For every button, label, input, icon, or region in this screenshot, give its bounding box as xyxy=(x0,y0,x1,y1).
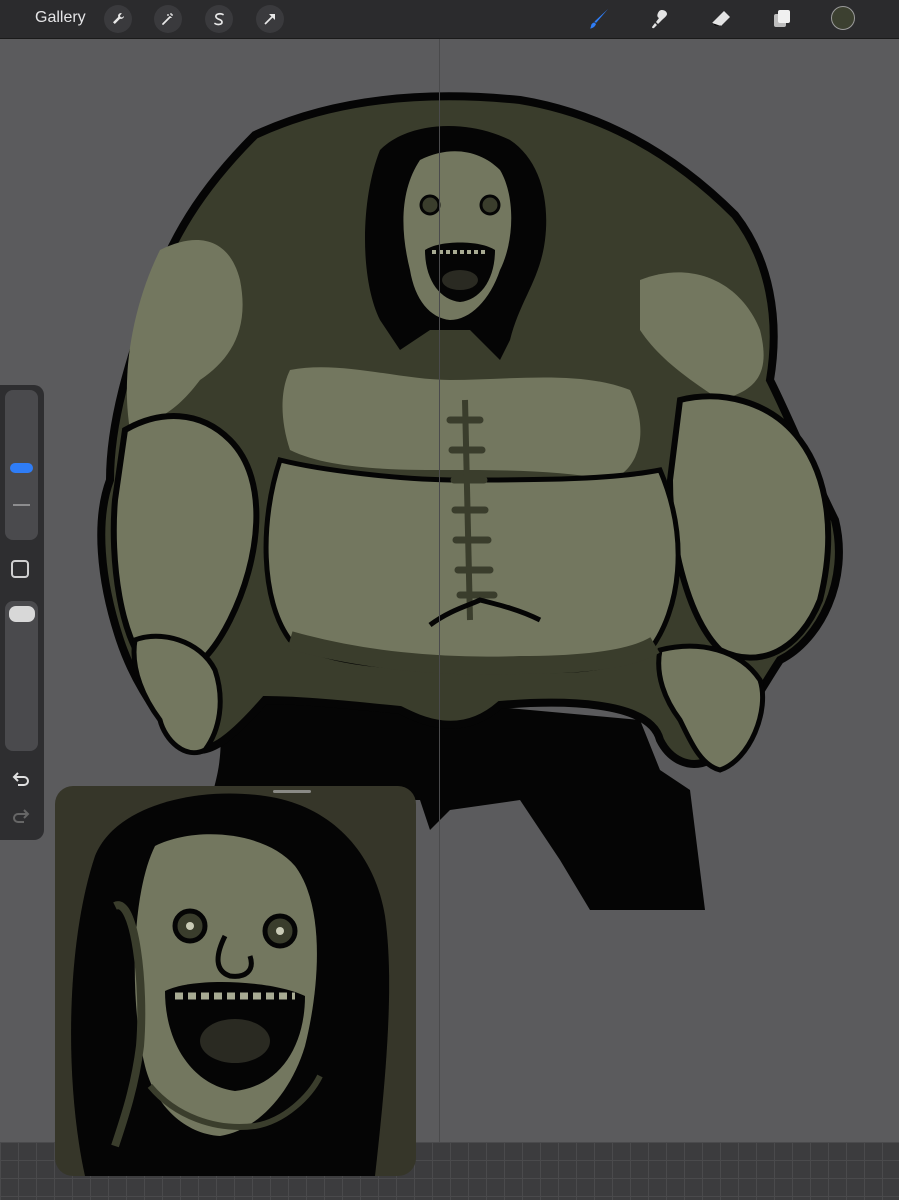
symmetry-guide xyxy=(439,39,440,1142)
wrench-icon xyxy=(113,13,124,24)
brush-icon xyxy=(590,9,608,29)
opacity-slider[interactable] xyxy=(5,601,38,751)
smudge-icon xyxy=(652,10,667,29)
modify-button[interactable] xyxy=(11,560,29,578)
eraser-button[interactable] xyxy=(707,5,735,33)
selection-s-icon xyxy=(214,12,224,26)
redo-icon[interactable] xyxy=(10,805,32,827)
color-picker-button[interactable] xyxy=(831,6,855,30)
layers-icon xyxy=(774,10,790,27)
magic-wand-icon xyxy=(162,13,173,25)
transform-arrow-icon xyxy=(264,14,275,25)
reference-image xyxy=(71,793,390,1176)
actions-button[interactable] xyxy=(104,5,132,33)
brush-button[interactable] xyxy=(585,5,613,33)
selection-button[interactable] xyxy=(205,5,233,33)
reference-drag-handle[interactable] xyxy=(273,790,311,793)
top-toolbar: Gallery xyxy=(0,0,899,39)
layers-button[interactable] xyxy=(768,5,796,33)
undo-icon[interactable] xyxy=(10,768,32,790)
reference-window[interactable] xyxy=(55,786,416,1176)
brush-size-preset xyxy=(13,504,30,506)
brush-size-thumb[interactable] xyxy=(10,463,33,473)
left-sidebar xyxy=(0,385,44,840)
eraser-icon xyxy=(711,11,730,27)
opacity-thumb[interactable] xyxy=(9,606,35,622)
brush-size-slider[interactable] xyxy=(5,390,38,540)
smudge-button[interactable] xyxy=(646,5,674,33)
gallery-button[interactable]: Gallery xyxy=(35,9,86,27)
transform-button[interactable] xyxy=(256,5,284,33)
adjustments-button[interactable] xyxy=(154,5,182,33)
